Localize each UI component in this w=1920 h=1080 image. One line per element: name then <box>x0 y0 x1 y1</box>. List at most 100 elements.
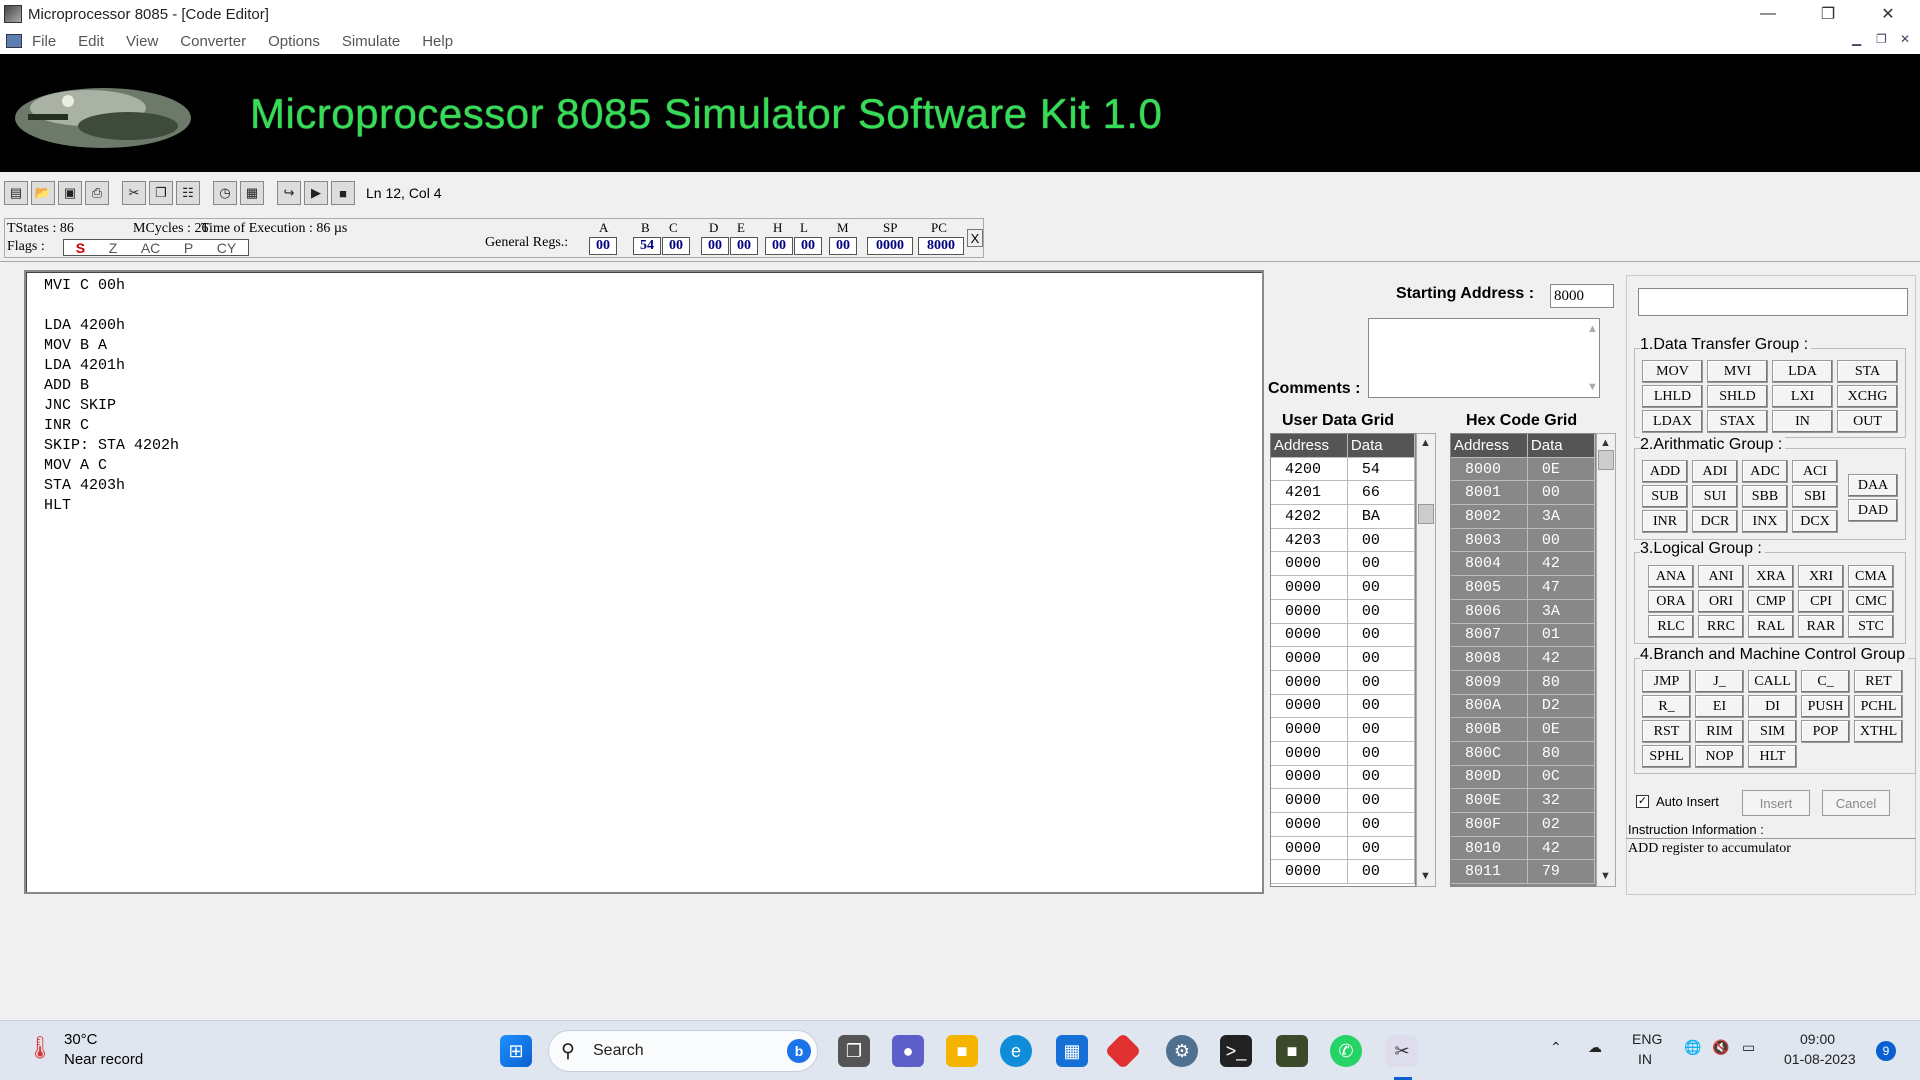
instr-button-rst[interactable]: RST <box>1642 720 1691 743</box>
instr-button-ora[interactable]: ORA <box>1648 590 1694 613</box>
snipping-tool-icon[interactable]: ✂ <box>1386 1035 1418 1067</box>
table-row[interactable]: 0000 00 <box>1271 789 1415 813</box>
instr-button-dcr[interactable]: DCR <box>1692 510 1738 533</box>
address-cell[interactable]: 0000 <box>1271 670 1348 694</box>
insert-button[interactable]: Insert <box>1742 790 1810 816</box>
restore-icon[interactable]: ❐ <box>1800 0 1856 28</box>
weather-temp[interactable]: 30°C <box>64 1031 98 1048</box>
step-icon[interactable]: ↪ <box>277 181 301 205</box>
table-row[interactable]: 0000 00 <box>1271 694 1415 719</box>
table-row[interactable]: 8011 79 <box>1451 860 1595 885</box>
data-cell[interactable]: 00 <box>1348 765 1415 789</box>
instr-button-dad[interactable]: DAD <box>1848 499 1898 522</box>
address-cell[interactable]: 800D <box>1451 765 1528 789</box>
search-box[interactable]: ⚲ Search b <box>548 1030 818 1072</box>
instr-button-ori[interactable]: ORI <box>1698 590 1744 613</box>
data-cell[interactable]: 0C <box>1527 765 1595 789</box>
table-row[interactable]: 8008 42 <box>1451 647 1595 671</box>
instr-button-cma[interactable]: CMA <box>1848 565 1894 588</box>
table-row[interactable]: 8003 00 <box>1451 528 1595 553</box>
task-view-icon[interactable]: ❐ <box>838 1035 870 1067</box>
data-cell[interactable]: 3A <box>1527 599 1595 623</box>
instr-button-c-wildcard[interactable]: C_ <box>1801 670 1850 693</box>
user-grid-scrollbar[interactable]: ▲ ▼ <box>1416 433 1436 887</box>
bing-icon[interactable]: b <box>787 1039 811 1063</box>
data-cell[interactable]: 00 <box>1348 670 1415 694</box>
instr-button-shld[interactable]: SHLD <box>1707 385 1768 408</box>
weather-desc[interactable]: Near record <box>64 1051 143 1068</box>
address-cell[interactable]: 800F <box>1451 813 1528 836</box>
address-cell[interactable]: 4202 <box>1271 505 1348 528</box>
data-cell[interactable]: 00 <box>1348 528 1415 552</box>
instr-button-rim[interactable]: RIM <box>1695 720 1744 743</box>
clock-date[interactable]: 01-08-2023 <box>1784 1051 1856 1067</box>
code-editor[interactable]: MVI C 00h LDA 4200h MOV B A LDA 4201h AD… <box>24 270 1264 894</box>
table-row[interactable]: 4200 54 <box>1271 457 1415 482</box>
mdi-minimize-icon[interactable]: ▁ <box>1852 32 1861 46</box>
instr-button-out[interactable]: OUT <box>1837 410 1898 433</box>
data-cell[interactable]: 00 <box>1527 528 1595 552</box>
starting-address-input[interactable]: 8000 <box>1550 284 1614 308</box>
instr-button-rar[interactable]: RAR <box>1798 615 1844 638</box>
table-row[interactable]: 0000 00 <box>1271 599 1415 624</box>
menu-file[interactable]: File <box>32 33 56 50</box>
timer-icon[interactable]: ◷ <box>213 181 237 205</box>
close-regs-button[interactable]: X <box>967 229 983 247</box>
instr-button-pop[interactable]: POP <box>1801 720 1850 743</box>
menu-view[interactable]: View <box>126 33 158 50</box>
data-cell[interactable]: 00 <box>1348 789 1415 812</box>
table-row[interactable]: 800F 02 <box>1451 813 1595 837</box>
instr-button-daa[interactable]: DAA <box>1848 474 1898 497</box>
data-cell[interactable]: 54 <box>1348 457 1415 481</box>
whatsapp-icon[interactable]: ✆ <box>1330 1035 1362 1067</box>
address-cell[interactable]: 8001 <box>1451 481 1528 505</box>
scroll-down-icon[interactable]: ▼ <box>1587 381 1598 393</box>
menu-edit[interactable]: Edit <box>78 33 104 50</box>
teams-icon[interactable]: ● <box>892 1035 924 1067</box>
instr-button-jmp[interactable]: JMP <box>1642 670 1691 693</box>
instr-button-j-wildcard[interactable]: J_ <box>1695 670 1744 693</box>
data-cell[interactable]: 00 <box>1348 599 1415 623</box>
settings-icon[interactable]: ⚙ <box>1166 1035 1198 1067</box>
data-cell[interactable]: BA <box>1348 505 1415 528</box>
instr-button-sui[interactable]: SUI <box>1692 485 1738 508</box>
copy-icon[interactable]: ❐ <box>149 181 173 205</box>
data-cell[interactable]: 00 <box>1348 552 1415 576</box>
close-icon[interactable]: ✕ <box>1860 0 1916 28</box>
globe-icon[interactable]: 🌐 <box>1684 1039 1701 1056</box>
instr-button-sphl[interactable]: SPHL <box>1642 745 1691 768</box>
chevron-up-icon[interactable]: ⌃ <box>1550 1039 1562 1056</box>
instr-button-xthl[interactable]: XTHL <box>1854 720 1903 743</box>
instr-button-sbi[interactable]: SBI <box>1792 485 1838 508</box>
address-cell[interactable]: 0000 <box>1271 836 1348 860</box>
data-cell[interactable]: 0E <box>1527 457 1595 481</box>
table-row[interactable]: 8001 00 <box>1451 481 1595 506</box>
table-row[interactable]: 8004 42 <box>1451 552 1595 577</box>
address-cell[interactable]: 4200 <box>1271 457 1348 481</box>
terminal-icon[interactable]: >_ <box>1220 1035 1252 1067</box>
address-cell[interactable]: 8010 <box>1451 836 1528 860</box>
table-row[interactable]: 0000 00 <box>1271 836 1415 861</box>
edge-icon[interactable]: e <box>1000 1035 1032 1067</box>
file-explorer-icon[interactable]: ■ <box>946 1035 978 1067</box>
instr-button-cmc[interactable]: CMC <box>1848 590 1894 613</box>
table-row[interactable]: 0000 00 <box>1271 741 1415 766</box>
table-row[interactable]: 800B 0E <box>1451 718 1595 742</box>
instr-button-xra[interactable]: XRA <box>1748 565 1794 588</box>
instr-button-sub[interactable]: SUB <box>1642 485 1688 508</box>
address-cell[interactable]: 0000 <box>1271 623 1348 647</box>
data-cell[interactable]: 0E <box>1527 718 1595 741</box>
table-row[interactable]: 800A D2 <box>1451 694 1595 719</box>
hex-code-grid[interactable]: Address Data 8000 0E 8001 00 8002 3A 8003 00 8004 4… <box>1450 433 1596 887</box>
data-cell[interactable]: D2 <box>1527 694 1595 718</box>
windows-start-icon[interactable]: ⊞ <box>500 1035 532 1067</box>
instr-button-rlc[interactable]: RLC <box>1648 615 1694 638</box>
address-cell[interactable]: 800C <box>1451 741 1528 765</box>
lang-eng[interactable]: ENG <box>1632 1031 1662 1047</box>
document-icon[interactable] <box>6 34 22 48</box>
address-cell[interactable]: 8000 <box>1451 457 1528 481</box>
address-cell[interactable]: 0000 <box>1271 552 1348 576</box>
data-cell[interactable]: 47 <box>1527 576 1595 599</box>
data-cell[interactable]: 80 <box>1527 670 1595 694</box>
data-cell[interactable]: 00 <box>1348 718 1415 741</box>
